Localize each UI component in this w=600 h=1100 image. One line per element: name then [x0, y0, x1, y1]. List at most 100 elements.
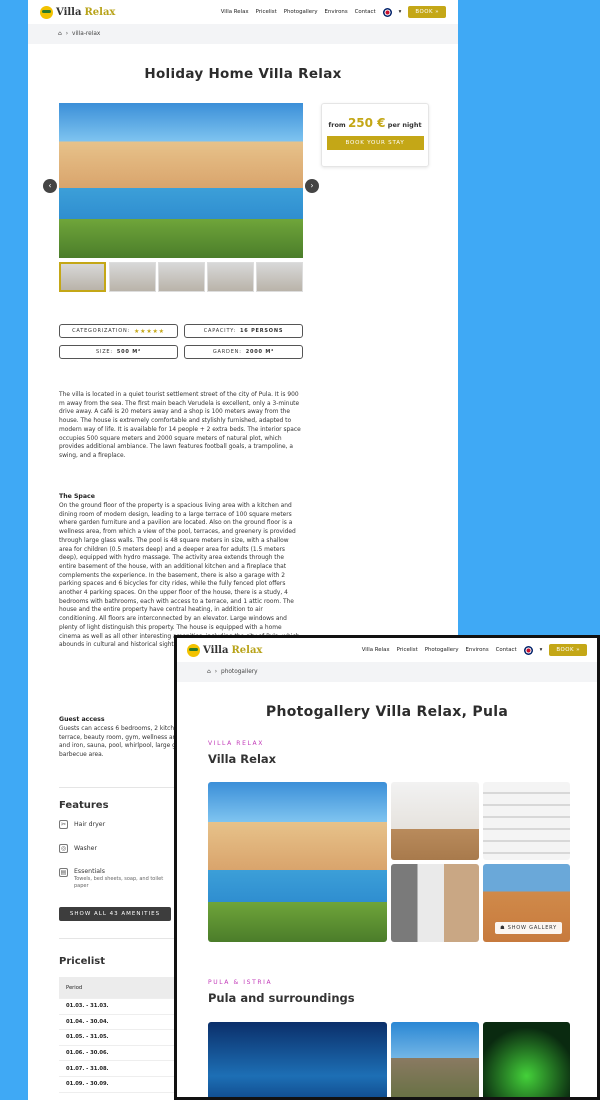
- nav-villa-relax[interactable]: Villa Relax: [362, 647, 390, 653]
- thumbnail-1[interactable]: [59, 262, 106, 292]
- gallery-image-bedroom[interactable]: [391, 782, 479, 860]
- logo-accent: Relax: [231, 644, 263, 656]
- top-navbar: Villa Relax Villa Relax Pricelist Photoga…: [177, 638, 597, 662]
- main-villa-photo[interactable]: [59, 103, 303, 258]
- site-logo[interactable]: Villa Relax: [40, 5, 116, 19]
- period-cell: 01.03. - 31.03.: [66, 1003, 109, 1010]
- period-cell: 01.09. - 30.09.: [66, 1081, 109, 1088]
- main-menu: Villa Relax Pricelist Photogallery Envir…: [221, 6, 446, 18]
- gallery-image-closet[interactable]: [483, 782, 570, 860]
- column-header: Period: [66, 984, 83, 991]
- attr-label: SIZE:: [95, 349, 113, 355]
- language-caret-icon[interactable]: ▾: [540, 647, 543, 653]
- period-cell: 01.04. - 30.04.: [66, 1018, 109, 1025]
- price-line: from 250 € per night: [322, 116, 428, 130]
- section-title: Villa Relax: [208, 752, 277, 766]
- logo-text: Villa: [203, 644, 229, 656]
- size-pill: SIZE: 500 M²: [59, 345, 178, 359]
- price-unit: per night: [387, 121, 422, 129]
- gallery-image-terrace[interactable]: ☗ SHOW GALLERY: [483, 864, 570, 942]
- nav-villa-relax[interactable]: Villa Relax: [221, 9, 249, 15]
- pricelist-heading: Pricelist: [59, 956, 105, 967]
- gallery-image-dinosaur[interactable]: [483, 1022, 570, 1097]
- breadcrumb: ⌂ › villa-relax: [28, 24, 458, 44]
- stars-rating: ★★★★★: [133, 327, 165, 335]
- gallery-image-bathroom[interactable]: [391, 864, 479, 942]
- attr-label: GARDEN:: [212, 349, 242, 355]
- hair-dryer-icon: ✂: [59, 820, 68, 829]
- gallery-image-aquarium[interactable]: [208, 1022, 387, 1097]
- breadcrumb-current: villa-relax: [72, 31, 101, 37]
- attr-value: 2000 M²: [245, 349, 275, 355]
- attr-value: 500 M²: [116, 349, 142, 355]
- gallery-image-elephant[interactable]: [391, 1022, 479, 1097]
- feature-label: Hair dryer: [74, 821, 106, 828]
- nav-environs[interactable]: Environs: [325, 9, 348, 15]
- period-cell: 01.06. - 30.06.: [66, 1050, 109, 1057]
- space-description: On the ground floor of the property is a…: [59, 503, 299, 649]
- period-cell: 01.05. - 31.05.: [66, 1034, 109, 1041]
- capacity-pill: CAPACITY: 16 PERSONS: [184, 324, 303, 338]
- nav-environs[interactable]: Environs: [466, 647, 489, 653]
- palm-logo-icon: [40, 5, 53, 19]
- section-kicker: VILLA RELAX: [208, 740, 264, 747]
- price-value: 250 €: [347, 116, 386, 130]
- feature-label: Essentials: [73, 868, 105, 875]
- feature-sub: Towels, bed sheets, soap, and toilet pap…: [73, 876, 164, 889]
- gallery-title: Photogallery Villa Relax, Pula: [265, 704, 509, 720]
- nav-photogallery[interactable]: Photogallery: [284, 9, 318, 15]
- thumbnail-3[interactable]: [158, 262, 205, 292]
- language-caret-icon[interactable]: ▾: [399, 9, 402, 15]
- section-kicker: PULA & ISTRIA: [208, 979, 273, 986]
- photogallery-window: Villa Relax Villa Relax Pricelist Photoga…: [174, 635, 600, 1100]
- breadcrumb-current: photogallery: [221, 669, 258, 675]
- prev-arrow-icon[interactable]: ‹: [43, 179, 57, 193]
- attr-label: CAPACITY:: [203, 328, 236, 334]
- price-box: from 250 € per night BOOK YOUR STAY: [321, 103, 429, 167]
- period-cell: 01.07. - 31.08.: [66, 1065, 109, 1072]
- villa-description: The villa is located in a quiet tourist …: [59, 392, 301, 459]
- price-from: from: [328, 121, 346, 129]
- attr-value: 16 PERSONS: [239, 328, 284, 334]
- book-button[interactable]: BOOK »: [408, 6, 446, 18]
- uk-flag-icon[interactable]: [382, 7, 392, 17]
- attr-label: CATEGORIZATION:: [72, 328, 130, 334]
- logo-accent: Relax: [84, 6, 116, 18]
- feature-washer: ◎ Washer: [59, 844, 179, 853]
- thumbnail-4[interactable]: [207, 262, 254, 292]
- section-title: Pula and surroundings: [208, 991, 355, 1005]
- thumbnail-2[interactable]: [109, 262, 156, 292]
- categorization-pill: CATEGORIZATION: ★★★★★: [59, 324, 178, 338]
- nav-contact[interactable]: Contact: [355, 9, 376, 15]
- show-amenities-button[interactable]: SHOW ALL 43 AMENITIES: [59, 907, 171, 921]
- logo-text: Villa: [56, 6, 82, 18]
- thumbnail-5[interactable]: [256, 262, 303, 292]
- feature-essentials: ▤ Essentials Towels, bed sheets, soap, and…: [59, 868, 179, 889]
- garden-pill: GARDEN: 2000 M²: [184, 345, 303, 359]
- feature-hair-dryer: ✂ Hair dryer: [59, 820, 179, 829]
- main-menu: Villa Relax Pricelist Photogallery Envir…: [362, 644, 587, 656]
- home-icon[interactable]: ⌂: [207, 669, 211, 675]
- home-icon[interactable]: ⌂: [58, 31, 62, 37]
- show-gallery-button[interactable]: ☗ SHOW GALLERY: [495, 922, 562, 934]
- feature-label: Washer: [74, 845, 98, 852]
- page-title: Holiday Home Villa Relax: [144, 66, 342, 82]
- palm-logo-icon: [187, 643, 200, 657]
- washer-icon: ◎: [59, 844, 68, 853]
- site-logo[interactable]: Villa Relax: [187, 643, 263, 657]
- nav-contact[interactable]: Contact: [496, 647, 517, 653]
- nav-pricelist[interactable]: Pricelist: [256, 9, 277, 15]
- nav-photogallery[interactable]: Photogallery: [425, 647, 459, 653]
- gallery-image-exterior[interactable]: [208, 782, 387, 942]
- top-navbar: Villa Relax Villa Relax Pricelist Photoga…: [28, 0, 458, 24]
- book-button[interactable]: BOOK »: [549, 644, 587, 656]
- space-heading: The Space: [59, 493, 95, 500]
- guest-access-heading: Guest access: [59, 716, 105, 723]
- next-arrow-icon[interactable]: ›: [305, 179, 319, 193]
- breadcrumb: ⌂ › photogallery: [177, 662, 597, 682]
- book-your-stay-button[interactable]: BOOK YOUR STAY: [326, 136, 424, 150]
- nav-pricelist[interactable]: Pricelist: [397, 647, 418, 653]
- breadcrumb-separator-icon: ›: [214, 669, 218, 675]
- essentials-icon: ▤: [59, 868, 68, 877]
- uk-flag-icon[interactable]: [523, 645, 533, 655]
